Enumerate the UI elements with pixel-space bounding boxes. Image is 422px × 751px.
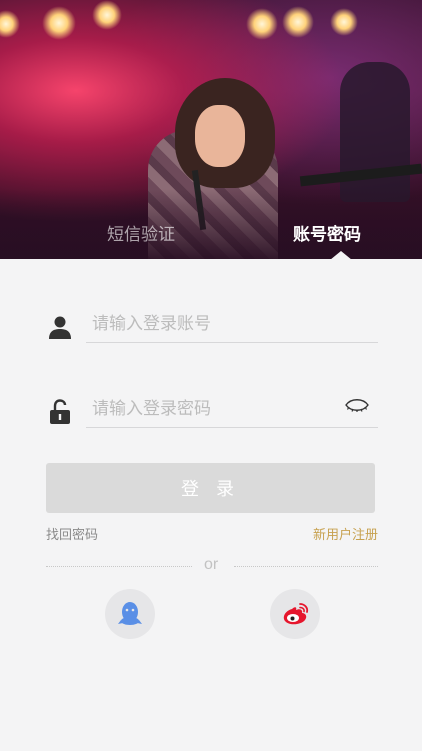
unlock-icon xyxy=(50,399,70,424)
forgot-password-link[interactable]: 找回密码 xyxy=(46,524,98,543)
stage-light xyxy=(330,8,358,36)
hero-banner: 短信验证 账号密码 xyxy=(0,0,422,259)
divider-line-right xyxy=(234,566,378,567)
divider-line-left xyxy=(46,566,192,567)
weibo-icon xyxy=(283,603,309,625)
stage-light xyxy=(0,10,20,38)
password-input[interactable] xyxy=(86,390,378,428)
stage-light xyxy=(92,0,122,30)
tab-sms-verify[interactable]: 短信验证 xyxy=(107,224,175,246)
stage-light xyxy=(282,6,314,38)
password-field xyxy=(46,390,378,430)
stage-light xyxy=(42,6,76,40)
stage-light xyxy=(246,8,278,40)
account-input[interactable] xyxy=(86,305,378,343)
qq-icon xyxy=(118,602,142,625)
account-field xyxy=(46,305,378,345)
weibo-login-button[interactable] xyxy=(270,589,320,639)
tab-account-password[interactable]: 账号密码 xyxy=(293,224,361,246)
qq-login-button[interactable] xyxy=(105,589,155,639)
register-link[interactable]: 新用户注册 xyxy=(313,524,378,543)
login-button[interactable]: 登 录 xyxy=(46,463,375,513)
divider-or-text: or xyxy=(204,556,219,573)
singer-face xyxy=(195,105,245,167)
active-tab-indicator xyxy=(330,251,352,259)
user-icon xyxy=(49,316,71,339)
eye-closed-icon[interactable] xyxy=(344,396,370,416)
